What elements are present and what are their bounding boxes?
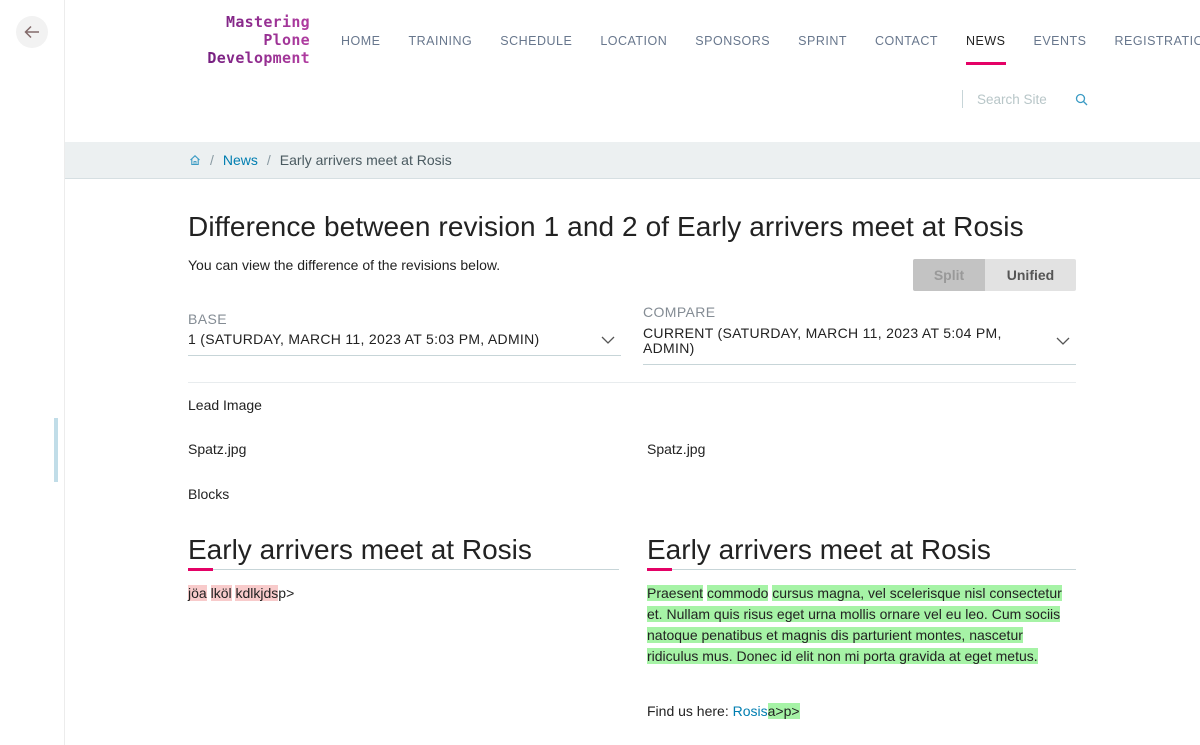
rosis-link[interactable]: Rosis <box>733 703 768 719</box>
removed-text: kdlkjds <box>235 585 279 601</box>
base-diff-text: jöa lköl kdlkjdsp> <box>188 583 294 604</box>
search-input[interactable] <box>977 91 1067 107</box>
nav-item-events[interactable]: EVENTS <box>1020 34 1101 48</box>
search-icon[interactable] <box>1075 93 1088 106</box>
logo-line: Mastering <box>186 13 310 31</box>
nav-item-location[interactable]: LOCATION <box>586 34 681 48</box>
nav-item-sponsors[interactable]: SPONSORS <box>681 34 784 48</box>
removed-text: jöa <box>188 585 207 601</box>
site-logo[interactable]: Mastering Plone Development <box>186 13 310 67</box>
blocks-label: Blocks <box>188 486 230 502</box>
nav-item-home[interactable]: HOME <box>327 34 395 48</box>
chevron-down-icon <box>1056 337 1070 345</box>
find-us-paragraph: Find us here: Rosisa>p> <box>647 701 800 722</box>
breadcrumb-current: Early arrivers meet at Rosis <box>279 152 452 168</box>
toolbar <box>0 0 65 745</box>
split-view-button[interactable]: Split <box>913 259 985 291</box>
logo-line: Plone <box>186 31 310 49</box>
lead-image-label: Lead Image <box>188 397 262 413</box>
compare-diff-text: Praesent commodo cursus magna, vel scele… <box>647 583 1077 667</box>
search-box <box>962 90 1088 108</box>
nav-item-sprint[interactable]: SPRINT <box>784 34 861 48</box>
base-block-title: Early arrivers meet at Rosis <box>188 533 619 571</box>
logo-line: Development <box>186 49 310 67</box>
compare-revision-selector: COMPARE CURRENT (SATURDAY, MARCH 11, 202… <box>643 304 1076 365</box>
added-text: commodo <box>706 585 769 601</box>
unified-view-button[interactable]: Unified <box>985 259 1076 291</box>
compare-label: COMPARE <box>643 304 716 320</box>
page-title: Difference between revision 1 and 2 of E… <box>188 211 1024 242</box>
removed-text: lköl <box>210 585 232 601</box>
unchanged-text: p> <box>278 585 295 601</box>
added-text: Praesent <box>647 585 704 601</box>
divider <box>188 382 1076 383</box>
compare-revision-select[interactable]: CURRENT (SATURDAY, MARCH 11, 2023 AT 5:0… <box>643 326 1076 365</box>
breadcrumb-news[interactable]: News <box>223 152 258 168</box>
base-label: BASE <box>188 311 227 327</box>
find-us-label: Find us here: <box>647 703 733 719</box>
main-content: Difference between revision 1 and 2 of E… <box>188 200 1076 291</box>
arrow-left-icon <box>24 25 39 39</box>
toolbar-resize-handle[interactable] <box>54 418 58 482</box>
back-button[interactable] <box>16 16 48 48</box>
lead-image-base-value: Spatz.jpg <box>188 441 247 457</box>
home-icon[interactable] <box>189 154 201 166</box>
added-text: a>p> <box>767 703 800 719</box>
nav-item-news[interactable]: NEWS <box>952 34 1020 65</box>
base-revision-select[interactable]: 1 (SATURDAY, MARCH 11, 2023 AT 5:03 PM, … <box>188 332 621 356</box>
compare-block-title: Early arrivers meet at Rosis <box>647 533 1076 571</box>
compare-revision-value: CURRENT (SATURDAY, MARCH 11, 2023 AT 5:0… <box>643 325 1002 356</box>
breadcrumb-separator: / <box>210 152 214 168</box>
base-revision-selector: BASE 1 (SATURDAY, MARCH 11, 2023 AT 5:03… <box>188 311 621 356</box>
nav-item-contact[interactable]: CONTACT <box>861 34 952 48</box>
main-navigation: HOME TRAINING SCHEDULE LOCATION SPONSORS… <box>327 34 1200 65</box>
breadcrumb-separator: / <box>266 152 271 168</box>
nav-item-training[interactable]: TRAINING <box>395 34 487 48</box>
nav-item-schedule[interactable]: SCHEDULE <box>486 34 586 48</box>
view-mode-toggle: Split Unified <box>913 259 1076 291</box>
base-revision-value: 1 (SATURDAY, MARCH 11, 2023 AT 5:03 PM, … <box>188 331 540 347</box>
lead-image-compare-value: Spatz.jpg <box>647 441 706 457</box>
nav-item-registration[interactable]: REGISTRATION <box>1101 34 1200 48</box>
chevron-down-icon <box>601 336 615 344</box>
breadcrumb: / News / Early arrivers meet at Rosis <box>65 142 1200 179</box>
